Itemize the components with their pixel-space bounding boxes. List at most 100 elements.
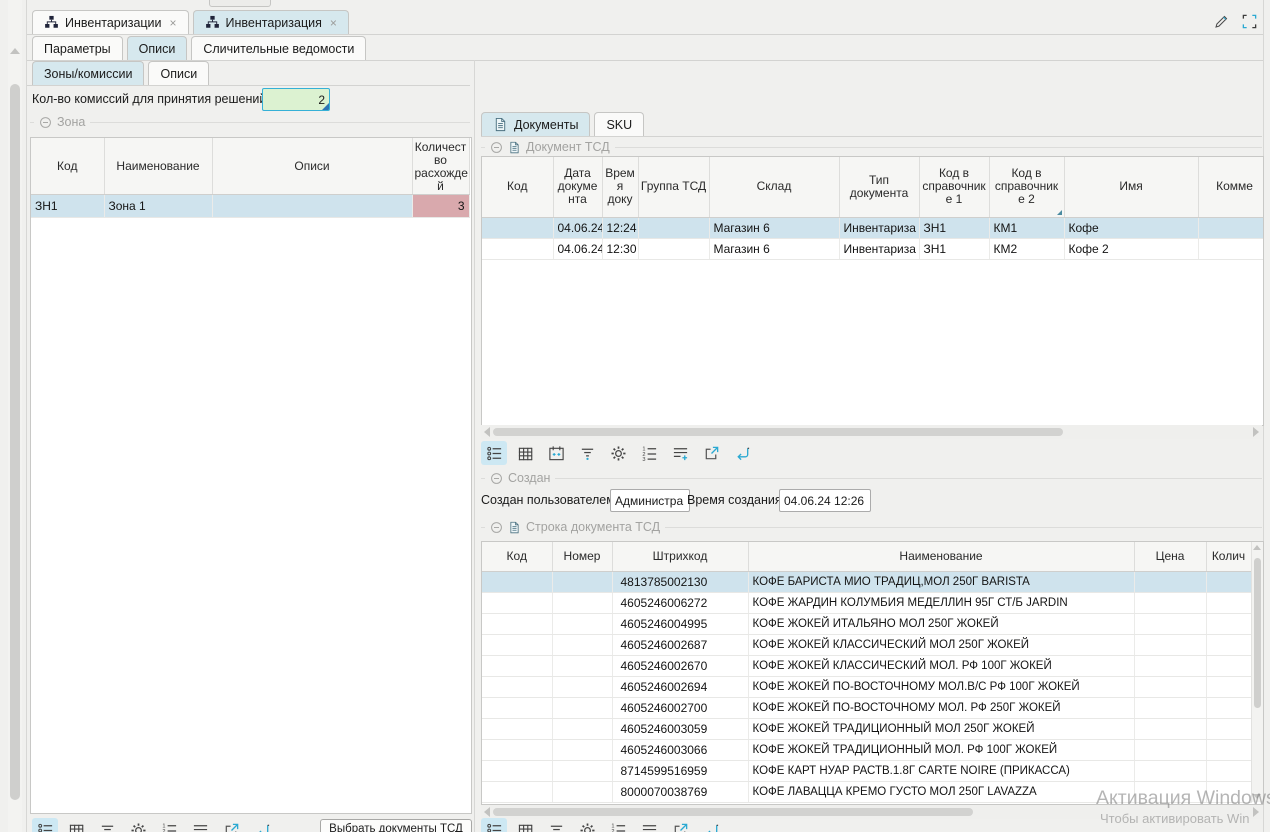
left-scrollbar-thumb[interactable] bbox=[10, 84, 20, 800]
toolbar-add-rows-button[interactable] bbox=[636, 818, 662, 832]
tab-opisi[interactable]: Описи bbox=[127, 36, 188, 60]
column-header-name[interactable]: Имя bbox=[1064, 157, 1198, 217]
toolbar-settings-button[interactable] bbox=[605, 441, 631, 465]
edit-pencil-icon[interactable] bbox=[1213, 13, 1230, 30]
column-header-name[interactable]: Наименование bbox=[104, 138, 212, 195]
toolbar-open-external-button[interactable] bbox=[698, 441, 724, 465]
tab-parametry[interactable]: Параметры bbox=[32, 36, 123, 60]
toolbar-reload-button[interactable] bbox=[698, 818, 724, 832]
toolbar-settings-button[interactable] bbox=[125, 818, 151, 832]
column-header-comment[interactable]: Комме bbox=[1198, 157, 1264, 217]
table-row[interactable]: 4605246004995КОФЕ ЖОКЕЙ ИТАЛЬЯНО МОЛ 250… bbox=[482, 613, 1251, 634]
tab-inventarizatsii[interactable]: Инвентаризации × bbox=[32, 10, 189, 34]
scrollbar-thumb[interactable] bbox=[493, 428, 1063, 436]
column-header-qty[interactable]: Колич bbox=[1206, 542, 1251, 571]
column-header-opisi[interactable]: Описи bbox=[212, 138, 412, 195]
created-time-input[interactable]: 04.06.24 12:26 bbox=[779, 489, 871, 512]
collapse-icon[interactable] bbox=[490, 141, 503, 154]
tab-inventarizatsiya[interactable]: Инвентаризация × bbox=[193, 10, 349, 34]
cell-qty bbox=[1206, 739, 1251, 760]
commission-count-input[interactable]: 2 bbox=[262, 88, 330, 111]
cell-name: КОФЕ ЖОКЕЙ ТРАДИЦИОННЫЙ МОЛ 250Г ЖОКЕЙ bbox=[748, 718, 1134, 739]
collapse-icon[interactable] bbox=[490, 521, 503, 534]
column-header-code[interactable]: Код bbox=[31, 138, 104, 195]
table-row[interactable]: 04.06.2412:24Магазин 6ИнвентаризаЗН1КМ1К… bbox=[482, 217, 1264, 238]
column-header-ref2[interactable]: Код в справочник е 2 bbox=[989, 157, 1064, 217]
created-by-input[interactable]: Администра bbox=[610, 489, 690, 512]
tab-close-icon[interactable]: × bbox=[330, 16, 337, 30]
toolbar-numbered-list-button[interactable] bbox=[156, 818, 182, 832]
collapse-icon[interactable] bbox=[39, 116, 52, 129]
fullscreen-icon[interactable] bbox=[1241, 13, 1258, 30]
column-header-code[interactable]: Код bbox=[482, 157, 553, 217]
column-header-doc-type[interactable]: Тип документа bbox=[839, 157, 919, 217]
toolbar-reload-button[interactable] bbox=[729, 441, 755, 465]
toolbar-list-view-button[interactable] bbox=[481, 441, 507, 465]
toolbar-settings-button[interactable] bbox=[574, 818, 600, 832]
column-header-number[interactable]: Номер bbox=[552, 542, 612, 571]
table-row[interactable]: 4605246006272КОФЕ ЖАРДИН КОЛУМБИЯ МЕДЕЛЛ… bbox=[482, 592, 1251, 613]
scroll-right-icon[interactable] bbox=[1253, 427, 1259, 437]
table-row[interactable]: 4605246003059КОФЕ ЖОКЕЙ ТРАДИЦИОННЫЙ МОЛ… bbox=[482, 718, 1251, 739]
column-header-tsd-group[interactable]: Группа ТСД bbox=[638, 157, 709, 217]
table-row[interactable]: 4605246002670КОФЕ ЖОКЕЙ КЛАССИЧЕСКИЙ МОЛ… bbox=[482, 655, 1251, 676]
list-view-icon bbox=[486, 822, 503, 832]
column-header-code[interactable]: Код bbox=[482, 542, 552, 571]
scroll-left-icon[interactable] bbox=[484, 427, 490, 437]
scroll-up-icon[interactable] bbox=[10, 48, 20, 54]
tab-sku[interactable]: SKU bbox=[594, 112, 644, 136]
toolbar-list-view-button[interactable] bbox=[32, 818, 58, 832]
column-header-barcode[interactable]: Штрихкод bbox=[612, 542, 748, 571]
cell-barcode: 8000070038769 bbox=[612, 781, 748, 802]
column-header-count[interactable]: Количест во расхожде й bbox=[412, 138, 469, 195]
scrollbar-thumb[interactable] bbox=[1254, 558, 1261, 708]
tab-opisi-2[interactable]: Описи bbox=[148, 61, 209, 85]
column-header-time[interactable]: Врем я доку bbox=[602, 157, 638, 217]
toolbar-numbered-list-button[interactable] bbox=[605, 818, 631, 832]
section-tab-bar: Параметры Описи Сличительные ведомости bbox=[27, 35, 1263, 61]
toolbar-numbered-list-button[interactable] bbox=[636, 441, 662, 465]
scroll-left-icon[interactable] bbox=[484, 807, 490, 817]
toolbar-grid-button[interactable] bbox=[512, 818, 538, 832]
scrollbar-thumb[interactable] bbox=[493, 808, 973, 816]
table-row[interactable]: 4605246002694КОФЕ ЖОКЕЙ ПО-ВОСТОЧНОМУ МО… bbox=[482, 676, 1251, 697]
toolbar-add-rows-button[interactable] bbox=[187, 818, 213, 832]
toolbar-filter-button[interactable] bbox=[94, 818, 120, 832]
column-header-ref1[interactable]: Код в справочник е 1 bbox=[919, 157, 989, 217]
toolbar-list-view-button[interactable] bbox=[481, 818, 507, 832]
clipped-top-control bbox=[209, 0, 271, 7]
toolbar-filter-button[interactable] bbox=[543, 818, 569, 832]
tab-dokumenty[interactable]: Документы bbox=[481, 112, 590, 136]
table-row[interactable]: 4813785002130КОФЕ БАРИСТА МИО ТРАДИЦ,МОЛ… bbox=[482, 571, 1251, 592]
tab-slichitelnye-vedomosti[interactable]: Сличительные ведомости bbox=[191, 36, 366, 60]
select-tsd-docs-button[interactable]: Выбрать документы ТСД bbox=[320, 819, 472, 832]
column-header-name[interactable]: Наименование bbox=[748, 542, 1134, 571]
toolbar-add-rows-button[interactable] bbox=[667, 441, 693, 465]
table-row[interactable]: ЗН1Зона 13 bbox=[31, 195, 469, 218]
table-row[interactable]: 8714599516959КОФЕ КАРТ НУАР РАСТВ.1.8Г C… bbox=[482, 760, 1251, 781]
sku-vscrollbar[interactable] bbox=[1251, 542, 1263, 802]
tsd-doc-hscrollbar[interactable] bbox=[481, 425, 1262, 439]
toolbar-reload-button[interactable] bbox=[249, 818, 275, 832]
toolbar-grid-button[interactable] bbox=[512, 441, 538, 465]
toolbar-calendar-button[interactable] bbox=[543, 441, 569, 465]
table-row[interactable]: 4605246003066КОФЕ ЖОКЕЙ ТРАДИЦИОННЫЙ МОЛ… bbox=[482, 739, 1251, 760]
toolbar-open-external-button[interactable] bbox=[667, 818, 693, 832]
cell-code: ЗН1 bbox=[31, 195, 104, 218]
column-header-warehouse[interactable]: Склад bbox=[709, 157, 839, 217]
table-row[interactable]: 4605246002687КОФЕ ЖОКЕЙ КЛАССИЧЕСКИЙ МОЛ… bbox=[482, 634, 1251, 655]
panel-splitter[interactable] bbox=[474, 60, 475, 832]
toolbar-grid-button[interactable] bbox=[63, 818, 89, 832]
tab-close-icon[interactable]: × bbox=[170, 16, 177, 30]
toolbar-open-external-button[interactable] bbox=[218, 818, 244, 832]
column-header-price[interactable]: Цена bbox=[1134, 542, 1206, 571]
toolbar-filter-button[interactable] bbox=[574, 441, 600, 465]
column-header-date[interactable]: Дата докуме нта bbox=[553, 157, 602, 217]
collapse-icon[interactable] bbox=[490, 472, 503, 485]
table-row[interactable]: 4605246002700КОФЕ ЖОКЕЙ ПО-ВОСТОЧНОМУ МО… bbox=[482, 697, 1251, 718]
scroll-up-icon[interactable] bbox=[1253, 545, 1261, 550]
table-row[interactable]: 04.06.2412:30Магазин 6ИнвентаризаЗН1КМ2К… bbox=[482, 238, 1264, 259]
tab-zony-komissii[interactable]: Зоны/комиссии bbox=[32, 61, 144, 85]
cell-price bbox=[1134, 613, 1206, 634]
left-scrollbar[interactable] bbox=[8, 0, 22, 832]
